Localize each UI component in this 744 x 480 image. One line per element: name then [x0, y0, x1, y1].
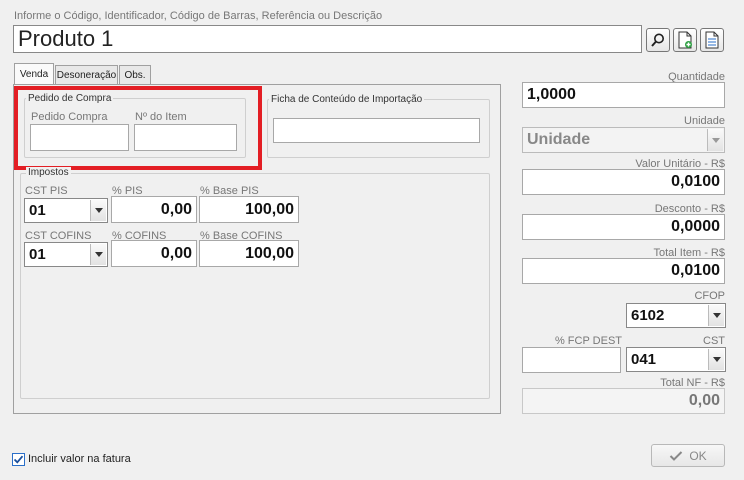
unidade-select: Unidade [522, 127, 725, 153]
cfop-select[interactable]: 6102 [626, 303, 726, 328]
highlight-box [14, 86, 262, 170]
product-search-input[interactable]: Produto 1 [13, 25, 642, 53]
cst-cofins-select[interactable]: 01 [24, 242, 108, 267]
ok-label: OK [689, 448, 707, 463]
tab-venda[interactable]: Venda [14, 63, 54, 85]
unidade-value: Unidade [527, 131, 591, 148]
tab-obs[interactable]: Obs. [119, 65, 151, 85]
incluir-label[interactable]: Incluir valor na fatura [28, 453, 131, 465]
cst-pis-label: CST PIS [25, 185, 68, 197]
ok-button[interactable]: OK [651, 444, 725, 467]
cst-value: 041 [631, 351, 657, 368]
fcp-dest-label: % FCP DEST [554, 335, 622, 347]
quantidade-input[interactable]: 1,0000 [522, 82, 725, 108]
cst-label: CST [703, 335, 725, 347]
cfop-label: CFOP [694, 290, 725, 302]
cst-pis-select[interactable]: 01 [24, 198, 108, 223]
impostos-title: Impostos [26, 167, 71, 178]
tab-desoneracao[interactable]: Desoneração [55, 65, 118, 85]
checkmark-icon [13, 455, 24, 464]
search-icon [651, 33, 664, 47]
desconto-input[interactable]: 0,0000 [522, 214, 725, 240]
chevron-down-icon[interactable] [90, 200, 106, 221]
fcp-dest-input[interactable] [522, 347, 621, 373]
valor-unitario-input[interactable]: 0,0100 [522, 169, 725, 195]
check-icon [670, 450, 683, 461]
base-cofins-input[interactable]: 100,00 [199, 240, 299, 267]
base-pis-input[interactable]: 100,00 [199, 196, 299, 223]
search-button[interactable] [646, 28, 670, 52]
cst-select[interactable]: 041 [626, 347, 726, 372]
cst-cofins-value: 01 [29, 246, 46, 263]
cst-pis-value: 01 [29, 202, 46, 219]
pct-pis-input[interactable]: 0,00 [111, 196, 197, 223]
ficha-title: Ficha de Conteúdo de Importação [269, 94, 425, 105]
incluir-checkbox[interactable] [12, 453, 25, 466]
document-icon [705, 31, 719, 49]
total-item-input[interactable]: 0,0100 [522, 258, 725, 284]
add-document-button[interactable] [673, 28, 697, 52]
pct-cofins-input[interactable]: 0,00 [111, 240, 197, 267]
search-hint: Informe o Código, Identificador, Código … [14, 10, 383, 22]
add-document-icon [678, 31, 692, 49]
chevron-down-icon[interactable] [90, 244, 106, 265]
chevron-down-icon[interactable] [708, 349, 724, 370]
chevron-down-icon[interactable] [708, 305, 724, 326]
document-button[interactable] [700, 28, 724, 52]
chevron-down-icon [707, 129, 723, 151]
cst-cofins-label: CST COFINS [25, 230, 92, 242]
cfop-value: 6102 [631, 307, 665, 324]
ficha-input[interactable] [273, 118, 480, 143]
total-nf-input: 0,00 [522, 388, 725, 414]
unidade-label: Unidade [684, 115, 725, 127]
